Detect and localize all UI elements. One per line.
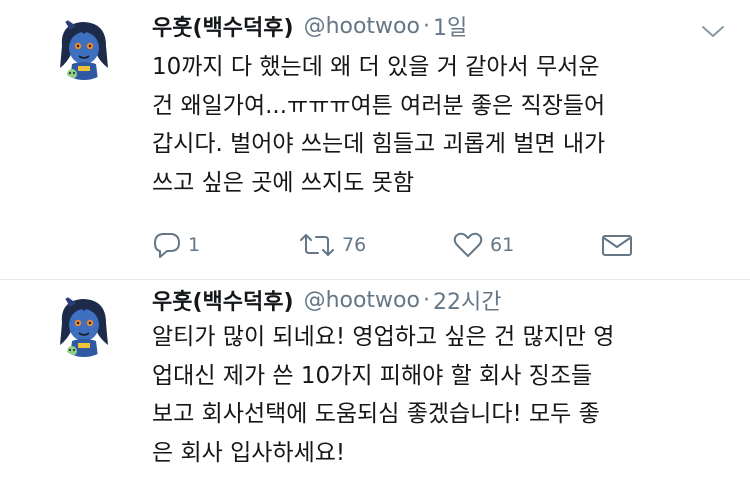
reply-button[interactable]: 1 [152,229,200,261]
envelope-icon [600,232,634,258]
tweet-actions: 1 76 61 [152,229,652,261]
retweet-button[interactable]: 76 [298,229,366,261]
heart-icon [452,231,484,259]
reply-count: 1 [188,234,201,256]
retweet-icon [298,231,336,259]
separator: · [422,287,430,313]
timestamp[interactable]: 1일 [433,10,467,42]
tweet-header: 우훗(백수덕후) @hootwoo · 22시간 [152,282,501,318]
direct-message-button[interactable] [600,229,634,261]
avatar[interactable] [52,16,116,80]
handle[interactable]: @hootwoo [304,14,420,39]
handle[interactable]: @hootwoo [304,288,420,313]
like-count: 61 [490,234,515,256]
avatar[interactable] [52,293,116,357]
retweet-count: 76 [342,234,367,256]
display-name[interactable]: 우훗(백수덕후) [152,10,294,42]
tweet-header: 우훗(백수덕후) @hootwoo · 1일 [152,8,467,44]
like-button[interactable]: 61 [452,229,514,261]
tweet-2: 우훗(백수덕후) @hootwoo · 22시간 알티가 많이 되네요! 영업하… [0,279,750,479]
reply-icon [152,231,182,259]
tweet-1: 우훗(백수덕후) @hootwoo · 1일 10까지 다 했는데 왜 더 있을… [0,0,750,279]
separator: · [422,13,430,39]
chevron-down-icon[interactable] [700,22,726,42]
tweet-text: 10까지 다 했는데 왜 더 있을 거 같아서 무서운 건 왜일가여...ㅠㅠㅠ… [152,54,606,196]
tweet-text: 알티가 많이 되네요! 영업하고 싶은 건 많지만 영 업대신 제가 쓴 10가… [152,324,615,466]
timestamp[interactable]: 22시간 [433,284,501,316]
display-name[interactable]: 우훗(백수덕후) [152,284,294,316]
